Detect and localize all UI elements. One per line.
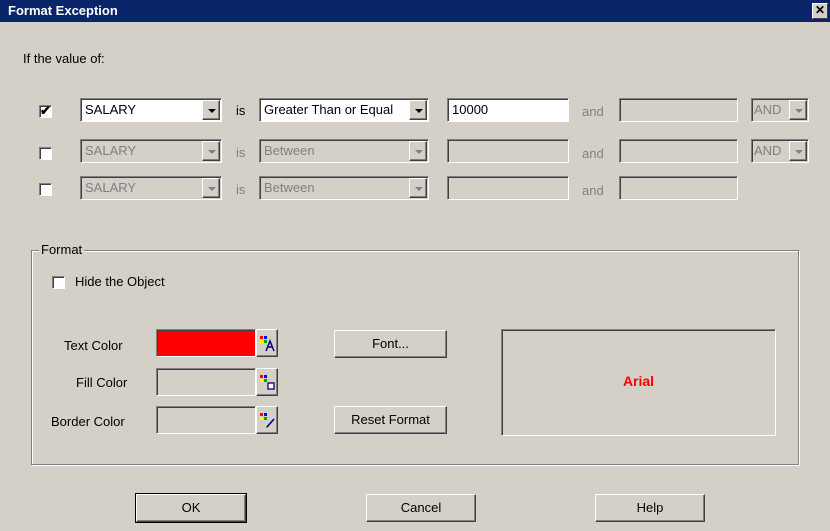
logic-value: AND (754, 102, 782, 117)
text-color-swatch[interactable] (156, 329, 256, 357)
and-label: and (582, 183, 604, 198)
and-label: and (582, 104, 604, 119)
border-color-picker-button[interactable] (256, 406, 278, 434)
condition-1-second-value-input[interactable] (619, 98, 738, 122)
help-button[interactable]: Help (595, 494, 705, 522)
ok-button[interactable]: OK (135, 493, 247, 523)
chevron-down-icon[interactable] (409, 178, 427, 198)
is-label: is (236, 103, 246, 118)
chevron-down-icon[interactable] (202, 100, 220, 120)
operator-value: Greater Than or Equal (264, 102, 394, 117)
preview-text: Arial (622, 373, 655, 389)
close-icon[interactable]: ✕ (812, 3, 828, 19)
condition-2-field-select[interactable]: SALARY (80, 139, 222, 163)
logic-value: AND (754, 143, 782, 158)
condition-1-field-select[interactable]: SALARY (80, 98, 222, 122)
condition-2-second-value-input[interactable] (619, 139, 738, 163)
hide-object-checkbox[interactable] (52, 276, 65, 289)
chevron-down-icon[interactable] (789, 100, 807, 120)
operator-value: Between (264, 143, 315, 158)
border-color-icon (260, 413, 275, 428)
hide-object-label: Hide the Object (75, 274, 165, 289)
condition-1-logic-select[interactable]: AND (751, 98, 809, 122)
condition-2-checkbox[interactable] (39, 147, 52, 160)
border-color-label: Border Color (51, 414, 125, 429)
check-icon: ✔ (40, 103, 51, 118)
field-value: SALARY (85, 143, 137, 158)
format-preview: Arial (501, 329, 776, 436)
condition-2-value-input[interactable] (447, 139, 569, 163)
field-value: SALARY (85, 102, 137, 117)
chevron-down-icon[interactable] (409, 100, 427, 120)
condition-3-operator-select[interactable]: Between (259, 176, 429, 200)
condition-2-logic-select[interactable]: AND (751, 139, 809, 163)
chevron-down-icon[interactable] (409, 141, 427, 161)
is-label: is (236, 182, 246, 197)
condition-1-operator-select[interactable]: Greater Than or Equal (259, 98, 429, 122)
chevron-down-icon[interactable] (789, 141, 807, 161)
title-bar: Format Exception ✕ (0, 0, 830, 22)
field-value: SALARY (85, 180, 137, 195)
condition-1-value-input[interactable]: 10000 (447, 98, 569, 122)
condition-2-operator-select[interactable]: Between (259, 139, 429, 163)
is-label: is (236, 145, 246, 160)
chevron-down-icon[interactable] (202, 178, 220, 198)
and-label: and (582, 146, 604, 161)
condition-1-checkbox[interactable]: ✔ (39, 103, 52, 118)
condition-3-checkbox[interactable] (39, 183, 52, 196)
fill-color-picker-button[interactable] (256, 368, 278, 396)
fill-color-icon (260, 375, 275, 390)
border-color-swatch[interactable] (156, 406, 256, 434)
reset-format-button[interactable]: Reset Format (334, 406, 447, 434)
cancel-button[interactable]: Cancel (366, 494, 476, 522)
intro-label: If the value of: (23, 51, 105, 66)
fill-color-label: Fill Color (76, 375, 128, 390)
operator-value: Between (264, 180, 315, 195)
condition-3-second-value-input[interactable] (619, 176, 738, 200)
chevron-down-icon[interactable] (202, 141, 220, 161)
font-button[interactable]: Font... (334, 330, 447, 358)
text-color-label: Text Color (64, 338, 123, 353)
condition-3-value-input[interactable] (447, 176, 569, 200)
fill-color-swatch[interactable] (156, 368, 256, 396)
text-color-icon (260, 336, 275, 352)
text-color-picker-button[interactable] (256, 329, 278, 357)
condition-3-field-select[interactable]: SALARY (80, 176, 222, 200)
format-group-label: Format (39, 242, 85, 257)
window-title: Format Exception (8, 3, 118, 18)
value-text: 10000 (452, 102, 489, 117)
